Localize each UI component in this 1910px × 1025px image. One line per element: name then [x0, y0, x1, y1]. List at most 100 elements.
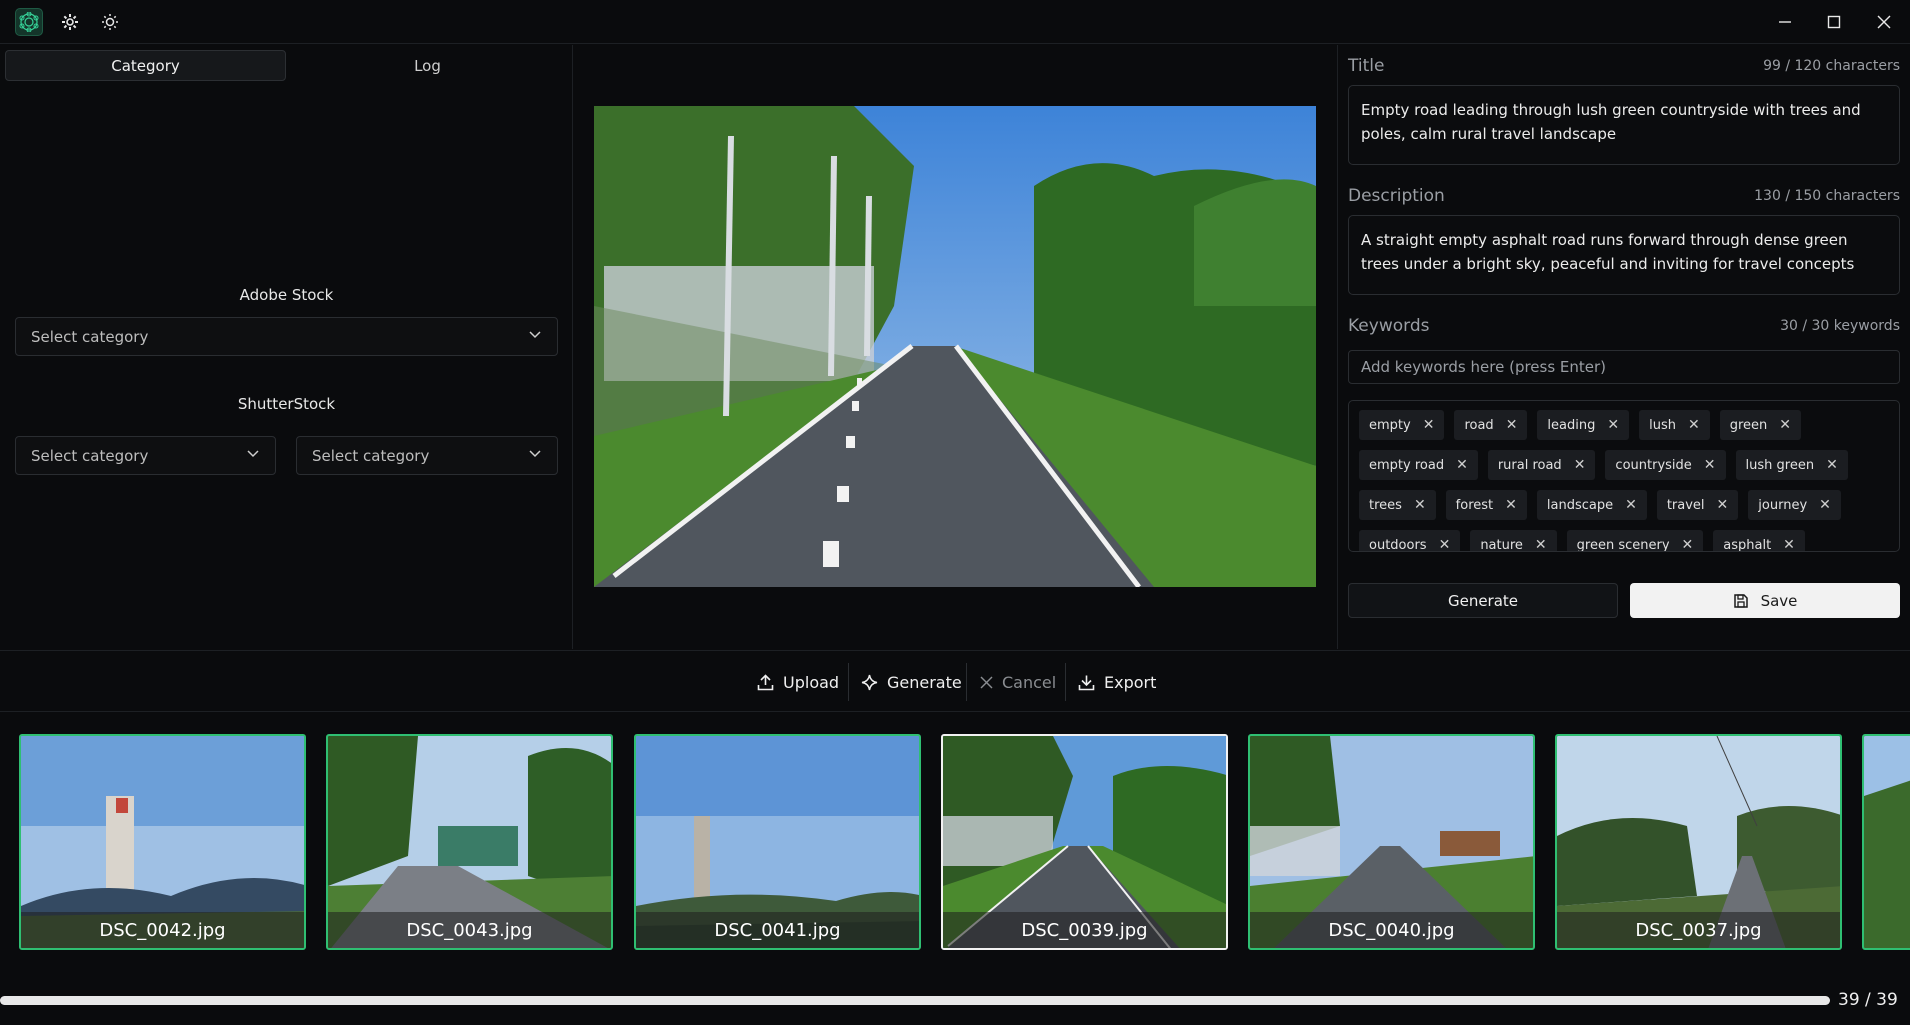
shutterstock-category-select-2[interactable]: Select category [296, 436, 558, 475]
thumbnail-filename: DSC_0043.jpg [328, 912, 611, 948]
metadata-panel: Title 99 / 120 characters Empty road lea… [1337, 45, 1910, 649]
remove-keyword-icon[interactable]: ✕ [1717, 497, 1729, 513]
upload-icon [757, 673, 774, 690]
remove-keyword-icon[interactable]: ✕ [1819, 497, 1831, 513]
gear-icon[interactable] [56, 8, 84, 36]
cancel-label: Cancel [1002, 672, 1057, 692]
tab-category[interactable]: Category [5, 50, 286, 81]
thumbnail-card[interactable]: DSC_0042.jpg [19, 734, 306, 950]
keyword-text: lush green [1745, 457, 1815, 473]
close-icon[interactable] [1872, 10, 1896, 34]
keyword-input[interactable]: Add keywords here (press Enter) [1348, 350, 1900, 384]
thumbnail-card[interactable]: DSC_0040.jpg [1248, 734, 1535, 950]
generate-metadata-button[interactable]: Generate [1348, 583, 1618, 618]
save-label: Save [1760, 591, 1798, 610]
keyword-text: green scenery [1576, 537, 1670, 552]
title-count: 99 / 120 characters [1763, 58, 1900, 74]
generate-all-label: Generate [887, 672, 962, 692]
keyword-text: travel [1666, 497, 1705, 513]
upload-button[interactable]: Upload [757, 667, 839, 697]
progress-bar-fill [0, 996, 1830, 1005]
progress-bar [0, 996, 1830, 1005]
keywords-label: Keywords [1348, 316, 1430, 336]
keyword-chip: green scenery ✕ [1566, 530, 1704, 552]
save-button[interactable]: Save [1630, 583, 1900, 618]
shutterstock-label: ShutterStock [237, 395, 336, 413]
toolbar-divider [1065, 663, 1066, 701]
keyword-text: trees [1369, 497, 1402, 513]
adobe-category-select-value: Select category [31, 327, 149, 346]
minimize-icon[interactable] [1773, 10, 1797, 34]
remove-keyword-icon[interactable]: ✕ [1625, 497, 1637, 513]
download-icon [1078, 675, 1095, 690]
remove-keyword-icon[interactable]: ✕ [1779, 417, 1791, 433]
shutterstock-category-select-2-value: Select category [312, 446, 430, 465]
thumbnail-filename: DSC_0039.jpg [943, 912, 1226, 948]
export-label: Export [1104, 672, 1157, 692]
remove-keyword-icon[interactable]: ✕ [1688, 417, 1700, 433]
thumbnail-card-partial[interactable] [1862, 734, 1910, 950]
sun-theme-icon[interactable] [96, 8, 124, 36]
keyword-chip: lush green ✕ [1735, 450, 1848, 480]
remove-keyword-icon[interactable]: ✕ [1574, 457, 1586, 473]
remove-keyword-icon[interactable]: ✕ [1456, 457, 1468, 473]
sparkle-icon [861, 674, 878, 690]
remove-keyword-icon[interactable]: ✕ [1506, 417, 1518, 433]
action-toolbar: Upload Generate Cancel Export [0, 650, 1910, 712]
chevron-down-icon [529, 450, 541, 458]
keyword-text: forest [1455, 497, 1494, 513]
remove-keyword-icon[interactable]: ✕ [1682, 537, 1694, 551]
thumbnail-strip: DSC_0042.jpg DSC_0043.jpg DSC_0041.jpg D… [0, 712, 1910, 982]
app-logo-icon [15, 8, 43, 36]
keyword-chip: empty ✕ [1359, 410, 1445, 440]
keyword-text: countryside [1615, 457, 1692, 473]
thumbnail-filename: DSC_0041.jpg [636, 912, 919, 948]
keyword-row: empty ✕ road ✕ leading ✕ lush ✕ green ✕ [1359, 410, 1899, 440]
save-icon [1733, 593, 1748, 608]
chevron-down-icon [529, 331, 541, 339]
keyword-chip: trees ✕ [1359, 490, 1436, 520]
generate-all-button[interactable]: Generate [861, 667, 962, 697]
keyword-text: green [1729, 417, 1768, 433]
shutterstock-category-select-1[interactable]: Select category [15, 436, 276, 475]
keyword-row: trees ✕ forest ✕ landscape ✕ travel ✕ journe… [1359, 490, 1899, 520]
keyword-chip: green ✕ [1719, 410, 1801, 440]
remove-keyword-icon[interactable]: ✕ [1826, 457, 1838, 473]
keyword-chip: empty road ✕ [1359, 450, 1478, 480]
thumbnail-card-selected[interactable]: DSC_0039.jpg [941, 734, 1228, 950]
keyword-text: leading [1547, 417, 1596, 433]
keyword-chip: journey ✕ [1748, 490, 1841, 520]
adobe-category-select[interactable]: Select category [15, 317, 558, 356]
keyword-text: nature [1480, 537, 1523, 552]
remove-keyword-icon[interactable]: ✕ [1607, 417, 1619, 433]
export-button[interactable]: Export [1078, 667, 1156, 697]
thumbnail-card[interactable]: DSC_0037.jpg [1555, 734, 1842, 950]
remove-keyword-icon[interactable]: ✕ [1439, 537, 1451, 551]
description-field[interactable]: A straight empty asphalt road runs forwa… [1348, 215, 1900, 295]
remove-keyword-icon[interactable]: ✕ [1505, 497, 1517, 513]
remove-keyword-icon[interactable]: ✕ [1783, 537, 1795, 551]
toolbar-divider [966, 663, 967, 701]
keyword-text: rural road [1497, 457, 1562, 473]
thumbnail-card[interactable]: DSC_0041.jpg [634, 734, 921, 950]
cancel-button[interactable]: Cancel [980, 667, 1056, 697]
shutterstock-category-select-1-value: Select category [31, 446, 149, 465]
keyword-text: landscape [1546, 497, 1614, 513]
keyword-chip: asphalt ✕ [1713, 530, 1805, 551]
keyword-chip: travel ✕ [1656, 490, 1739, 520]
remove-keyword-icon[interactable]: ✕ [1704, 457, 1716, 473]
upload-label: Upload [783, 672, 840, 692]
title-field[interactable]: Empty road leading through lush green co… [1348, 85, 1900, 165]
keyword-chip: rural road ✕ [1487, 450, 1596, 480]
title-bar [0, 0, 1910, 44]
remove-keyword-icon[interactable]: ✕ [1535, 537, 1547, 551]
tab-log[interactable]: Log [290, 50, 565, 81]
keyword-text: empty road [1369, 457, 1445, 473]
description-count: 130 / 150 characters [1754, 188, 1900, 204]
remove-keyword-icon[interactable]: ✕ [1414, 497, 1426, 513]
thumbnail-card[interactable]: DSC_0043.jpg [326, 734, 613, 950]
keyword-row: empty road ✕ rural road ✕ countryside ✕ lus… [1359, 450, 1899, 480]
maximize-icon[interactable] [1822, 10, 1846, 34]
keyword-text: empty [1369, 417, 1411, 433]
remove-keyword-icon[interactable]: ✕ [1423, 417, 1435, 433]
